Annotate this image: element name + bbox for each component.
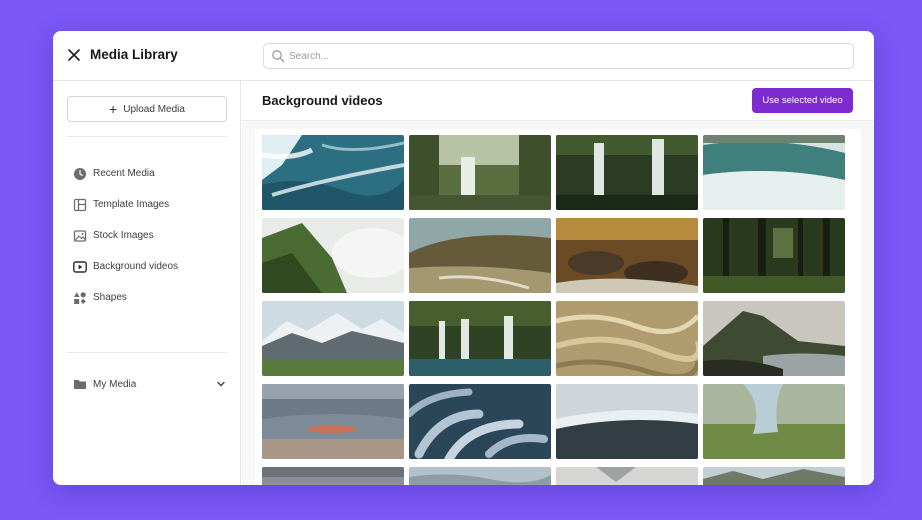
twin-waterfalls-image	[556, 135, 698, 210]
grass-field-dress-image	[703, 384, 845, 459]
autumn-rocky-stream-image	[556, 218, 698, 293]
video-thumbnail[interactable]	[262, 135, 404, 210]
waterfall-edge-image	[556, 384, 698, 459]
video-thumbnail[interactable]	[409, 135, 551, 210]
desert-hill-stream-image	[409, 218, 551, 293]
video-grid-scroll[interactable]	[255, 129, 861, 485]
upload-media-button[interactable]: + Upload Media	[67, 96, 227, 122]
sidebar-item-recent-media[interactable]: Recent Media	[73, 158, 223, 189]
snowy-mountains-image	[262, 301, 404, 376]
clock-icon	[74, 167, 86, 180]
folder-icon	[74, 380, 86, 389]
sunset-beach-image	[262, 384, 404, 459]
my-media-folder[interactable]: My Media	[73, 374, 227, 394]
video-thumbnail[interactable]	[556, 301, 698, 376]
modal-header: Media Library	[53, 31, 874, 81]
template-icon	[73, 198, 87, 211]
sidebar: + Upload Media Recent Media Template Ima…	[53, 81, 241, 485]
coral-tentacles-image	[409, 384, 551, 459]
main-panel: Background videos Use selected video	[242, 81, 874, 485]
modal-title: Media Library	[90, 47, 178, 62]
video-thumbnail[interactable]	[703, 467, 845, 485]
video-thumbnail[interactable]	[409, 467, 551, 485]
sidebar-item-label: Shapes	[93, 292, 127, 303]
use-selected-video-button[interactable]: Use selected video	[752, 88, 853, 113]
search-input[interactable]	[289, 47, 839, 65]
video-grid	[262, 135, 845, 485]
shapes-icon	[74, 291, 86, 304]
video-thumbnail[interactable]	[556, 218, 698, 293]
video-thumbnail[interactable]	[409, 384, 551, 459]
sidebar-item-label: Template Images	[93, 199, 170, 210]
video-thumbnail[interactable]	[556, 467, 698, 485]
sidebar-item-template-images[interactable]: Template Images	[73, 189, 223, 220]
sidebar-item-shapes[interactable]: Shapes	[73, 282, 223, 313]
sidebar-item-label: Stock Images	[93, 230, 154, 241]
volcano-coast-image	[703, 301, 845, 376]
misty-mountain-ridge-image	[262, 218, 404, 293]
video-thumbnail[interactable]	[262, 384, 404, 459]
large-waterfall-image	[703, 135, 845, 210]
video-thumbnail[interactable]	[556, 135, 698, 210]
chevron-down-icon[interactable]	[215, 378, 227, 390]
mountain-horizon-image	[703, 467, 845, 485]
video-thumbnail[interactable]	[703, 384, 845, 459]
close-icon	[68, 49, 80, 61]
video-thumbnail[interactable]	[409, 301, 551, 376]
cloudy-hills-image	[262, 467, 404, 485]
video-thumbnail[interactable]	[262, 218, 404, 293]
pale-landscape-image	[556, 467, 698, 485]
sidebar-item-stock-images[interactable]: Stock Images	[73, 220, 223, 251]
video-thumbnail[interactable]	[556, 384, 698, 459]
misty-valley-image	[409, 467, 551, 485]
dark-forest-image	[703, 218, 845, 293]
plus-icon: +	[109, 101, 118, 117]
play-icon	[73, 260, 87, 273]
close-button[interactable]	[65, 46, 83, 64]
ocean-waves-aerial-image	[262, 135, 404, 210]
sidebar-item-background-videos[interactable]: Background videos	[73, 251, 223, 282]
search-box[interactable]	[263, 43, 854, 69]
jungle-waterfalls-image	[409, 301, 551, 376]
video-thumbnail[interactable]	[262, 467, 404, 485]
video-thumbnail[interactable]	[262, 301, 404, 376]
my-media-label: My Media	[93, 378, 137, 390]
media-library-modal: Media Library + Upload Media Recent Medi…	[53, 31, 874, 485]
search-icon	[272, 50, 285, 63]
sidebar-nav: Recent Media Template Images Stock Image…	[73, 158, 223, 313]
sidebar-item-label: Background videos	[93, 261, 179, 272]
sidebar-divider	[67, 136, 227, 137]
video-thumbnail[interactable]	[703, 301, 845, 376]
sidebar-item-label: Recent Media	[93, 168, 155, 179]
wheat-field-image	[556, 301, 698, 376]
video-thumbnail[interactable]	[703, 135, 845, 210]
video-thumbnail[interactable]	[409, 218, 551, 293]
main-header: Background videos Use selected video	[242, 81, 874, 121]
forest-waterfall-image	[409, 135, 551, 210]
section-title: Background videos	[262, 93, 383, 108]
video-thumbnail[interactable]	[703, 218, 845, 293]
sidebar-divider	[67, 352, 227, 353]
image-icon	[73, 229, 87, 242]
upload-media-label: Upload Media	[123, 103, 185, 115]
